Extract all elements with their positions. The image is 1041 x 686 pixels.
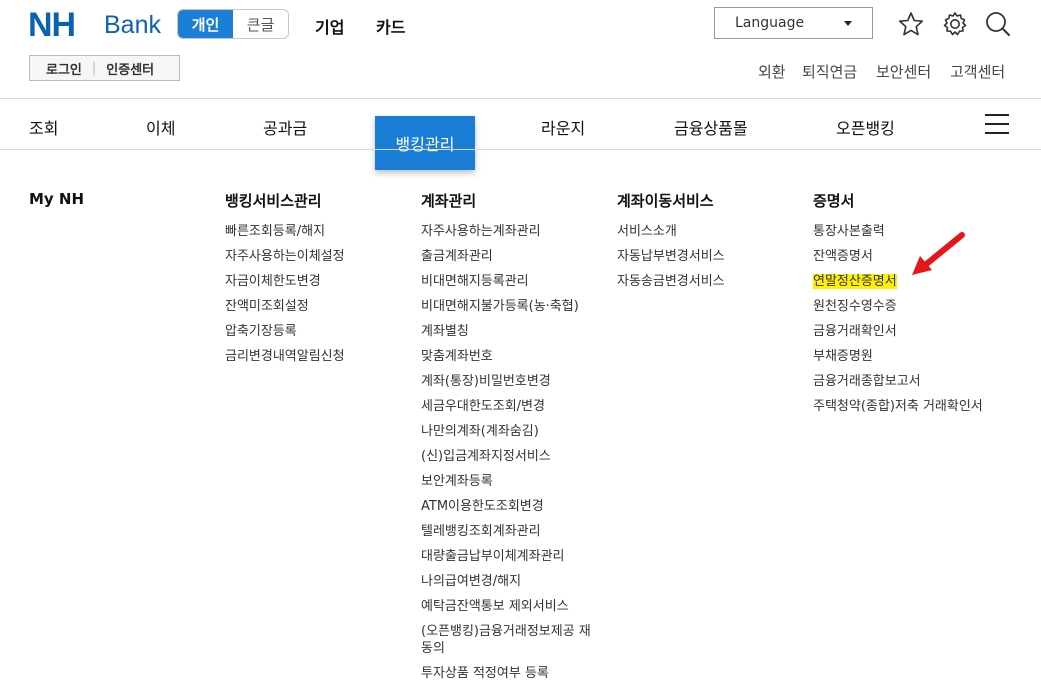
list-item[interactable]: 나의급여변경/해지 xyxy=(421,569,593,594)
list-item[interactable]: 세금우대한도조회/변경 xyxy=(421,394,593,419)
account-management-list: 자주사용하는계좌관리 출금계좌관리 비대면해지등록관리 비대면해지불가등록(농·… xyxy=(421,219,593,686)
util-link-forex[interactable]: 외환 xyxy=(758,61,786,82)
banking-service-list: 빠른조회등록/해지 자주사용하는이체설정 자금이체한도변경 잔액미조회설정 압축… xyxy=(225,219,345,369)
list-item[interactable]: 비대면해지등록관리 xyxy=(421,269,593,294)
account-transfer-list: 서비스소개 자동납부변경서비스 자동송금변경서비스 xyxy=(617,219,725,294)
list-item[interactable]: 서비스소개 xyxy=(617,219,725,244)
list-item[interactable]: 자금이체한도변경 xyxy=(225,269,345,294)
top-menu-card[interactable]: 카드 xyxy=(376,14,405,38)
list-item[interactable]: 원천징수영수증 xyxy=(813,294,993,319)
list-item[interactable]: 압축기장등록 xyxy=(225,319,345,344)
logo-nh[interactable]: NH xyxy=(28,6,76,45)
list-item[interactable]: 출금계좌관리 xyxy=(421,244,593,269)
list-item[interactable]: 맞춤계좌번호 xyxy=(421,344,593,369)
list-item[interactable]: 빠른조회등록/해지 xyxy=(225,219,345,244)
gnb-inquiry[interactable]: 조회 xyxy=(29,115,58,139)
top-menu-corporate[interactable]: 기업 xyxy=(315,14,344,38)
list-item[interactable]: 자동납부변경서비스 xyxy=(617,244,725,269)
red-arrow-annotation xyxy=(912,232,965,275)
search-icon[interactable] xyxy=(984,10,1012,38)
list-item[interactable]: 잔액미조회설정 xyxy=(225,294,345,319)
menu-icon[interactable] xyxy=(985,114,1009,134)
personal-tab[interactable]: 개인 xyxy=(178,10,233,38)
logo-bank[interactable]: Bank xyxy=(104,11,161,40)
list-item[interactable]: (신)입금계좌지정서비스 xyxy=(421,444,593,469)
account-management-title[interactable]: 계좌관리 xyxy=(421,190,476,211)
divider: | xyxy=(91,60,97,76)
list-item[interactable]: 부채증명원 xyxy=(813,344,993,369)
personal-largetext-toggle[interactable]: 개인 큰글 xyxy=(177,9,289,39)
list-item[interactable]: 자동송금변경서비스 xyxy=(617,269,725,294)
list-item[interactable]: 비대면해지불가등록(농·축협) xyxy=(421,294,593,319)
login-box: 로그인 | 인증센터 xyxy=(29,55,180,81)
my-nh-title[interactable]: My NH xyxy=(29,190,84,208)
gnb-transfer[interactable]: 이체 xyxy=(146,115,175,139)
cert-center-link[interactable]: 인증센터 xyxy=(106,59,154,78)
list-item[interactable]: 금융거래종합보고서 xyxy=(813,369,993,394)
util-link-pension[interactable]: 퇴직연금 xyxy=(802,61,857,82)
gnb-product-mall[interactable]: 금융상품몰 xyxy=(674,115,748,139)
header-divider xyxy=(0,98,1041,99)
list-item[interactable]: 계좌(통장)비밀번호변경 xyxy=(421,369,593,394)
gnb-divider xyxy=(0,149,1041,150)
login-link[interactable]: 로그인 xyxy=(46,59,82,78)
gnb-lounge[interactable]: 라운지 xyxy=(541,115,585,139)
list-item[interactable]: 텔레뱅킹조회계좌관리 xyxy=(421,519,593,544)
gear-icon[interactable] xyxy=(941,10,969,38)
list-item[interactable]: 자주사용하는이체설정 xyxy=(225,244,345,269)
list-item[interactable]: 자주사용하는계좌관리 xyxy=(421,219,593,244)
language-label: Language xyxy=(735,15,805,31)
list-item[interactable]: 대량출금납부이체계좌관리 xyxy=(421,544,593,569)
list-item[interactable]: 금리변경내역알림신청 xyxy=(225,344,345,369)
language-select[interactable]: Language xyxy=(714,7,873,39)
gnb-banking-management[interactable]: 뱅킹관리 xyxy=(375,116,475,170)
star-icon[interactable] xyxy=(897,10,925,38)
certificate-title[interactable]: 증명서 xyxy=(813,190,854,211)
list-item[interactable]: 계좌별칭 xyxy=(421,319,593,344)
util-link-security[interactable]: 보안센터 xyxy=(876,61,931,82)
list-item[interactable]: (오픈뱅킹)금융거래정보제공 재동의 xyxy=(421,619,593,661)
util-link-customer[interactable]: 고객센터 xyxy=(950,61,1005,82)
account-transfer-title[interactable]: 계좌이동서비스 xyxy=(617,190,714,211)
list-item[interactable]: 보안계좌등록 xyxy=(421,469,593,494)
list-item[interactable]: 주택청약(종합)저축 거래확인서 xyxy=(813,394,993,419)
list-item[interactable]: 금융거래확인서 xyxy=(813,319,993,344)
banking-service-title[interactable]: 뱅킹서비스관리 xyxy=(225,190,322,211)
list-item[interactable]: ATM이용한도조회변경 xyxy=(421,494,593,519)
highlight: 연말정산증명서 xyxy=(813,274,897,289)
large-text-tab[interactable]: 큰글 xyxy=(233,10,288,38)
gnb-open-banking[interactable]: 오픈뱅킹 xyxy=(836,115,895,139)
gnb-utility-bills[interactable]: 공과금 xyxy=(263,115,307,139)
list-item[interactable]: 투자상품 적정여부 등록 xyxy=(421,661,593,686)
list-item[interactable]: 예탁금잔액통보 제외서비스 xyxy=(421,594,593,619)
list-item[interactable]: 나만의계좌(계좌숨김) xyxy=(421,419,593,444)
caret-down-icon xyxy=(844,21,852,26)
